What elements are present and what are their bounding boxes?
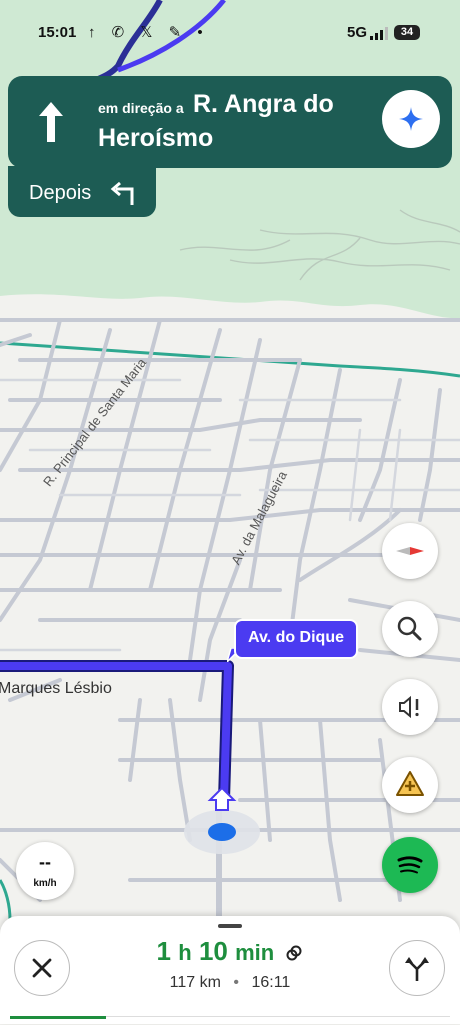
then-banner[interactable]: Depois: [8, 166, 156, 217]
search-button[interactable]: [382, 601, 438, 657]
street-label-marques-lesbio: Marques Lésbio: [0, 680, 112, 697]
route-info-icon: [286, 945, 302, 961]
compass-icon: [396, 547, 424, 555]
sparkle-icon: [399, 107, 423, 131]
eta-hours: 1: [156, 936, 172, 966]
street-name-line2: Heroísmo: [98, 124, 214, 152]
status-bar: 15:01 ↑ ✆ 𝕏 ✎ • 5G 34: [0, 0, 460, 66]
report-incident-icon: [396, 771, 424, 796]
navigation-banner[interactable]: em direção a R. Angra do Heroísmo: [8, 76, 452, 168]
arrival-time: 16:11: [251, 974, 291, 991]
notification-icons: ↑ ✆ 𝕏 ✎ •: [88, 24, 209, 41]
alternate-routes-button[interactable]: [389, 940, 445, 996]
speedometer[interactable]: -- km/h: [16, 842, 74, 900]
eta-hours-unit: h: [178, 940, 192, 965]
gemini-button[interactable]: [382, 90, 440, 148]
trip-progress-fill: [10, 1016, 106, 1019]
network-type: 5G: [347, 24, 368, 41]
status-time: 15:01: [38, 24, 77, 41]
search-icon: [397, 616, 422, 641]
trip-separator: •: [233, 974, 240, 991]
volume-alert-icon: [399, 695, 419, 719]
sheet-drag-handle[interactable]: [218, 924, 242, 928]
trip-distance: 117 km: [169, 974, 221, 991]
sound-button[interactable]: [382, 679, 438, 735]
report-incident-button[interactable]: [382, 757, 438, 813]
trip-sheet[interactable]: 1 h 10 min 117 km • 16:11: [0, 916, 460, 1024]
eta-minutes: 10: [198, 936, 228, 966]
eta-minutes-unit: min: [235, 940, 275, 965]
battery-indicator: 34: [394, 25, 420, 40]
fork-icon: [405, 957, 429, 981]
compass-button[interactable]: [382, 523, 438, 579]
speed-value: --: [39, 852, 51, 872]
straight-arrow-icon: [39, 102, 63, 142]
spotify-button[interactable]: [382, 837, 438, 893]
then-label: Depois: [29, 182, 92, 204]
turn-left-icon: [110, 181, 134, 205]
street-name-line1: R. Angra do: [193, 90, 334, 118]
speed-unit: km/h: [33, 878, 57, 889]
route-road-callout: Av. do Dique: [234, 619, 358, 659]
toward-label: em direção a: [98, 100, 184, 116]
spotify-icon: [394, 849, 426, 881]
signal-icon: [370, 27, 388, 40]
